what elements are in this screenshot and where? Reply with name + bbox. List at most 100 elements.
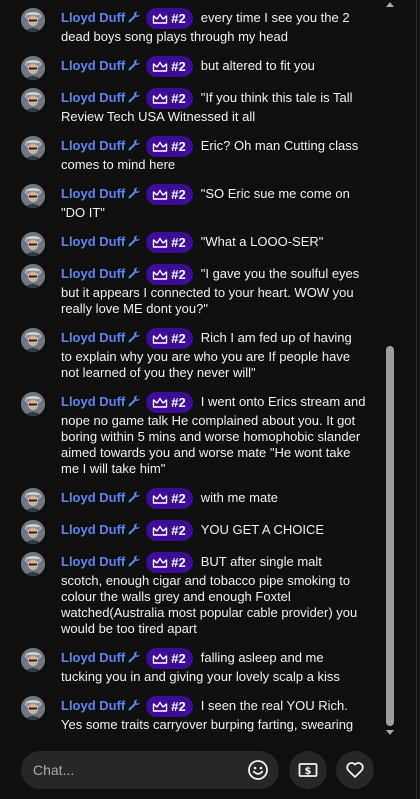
scrollbar-thumb[interactable] [386, 346, 394, 726]
avatar[interactable] [21, 648, 45, 672]
avatar[interactable] [21, 392, 45, 416]
avatar[interactable] [21, 232, 45, 256]
wrench-icon [127, 10, 141, 28]
crown-icon [152, 650, 168, 671]
author-name[interactable]: Lloyd Duff [61, 266, 125, 281]
message-text: with me mate [200, 490, 279, 505]
panel-divider [416, 0, 417, 799]
author-name[interactable]: Lloyd Duff [61, 554, 125, 569]
member-badge: #2 [146, 552, 193, 575]
member-badge: #2 [146, 648, 193, 671]
member-badge: #2 [146, 8, 193, 31]
crown-icon [152, 58, 168, 79]
smiley-icon[interactable] [247, 759, 269, 781]
member-badge: #2 [146, 488, 193, 511]
wrench-icon [127, 698, 141, 716]
crown-icon [152, 10, 168, 31]
avatar[interactable] [21, 56, 45, 80]
author-name[interactable]: Lloyd Duff [61, 58, 125, 73]
crown-icon [152, 522, 168, 543]
author-name[interactable]: Lloyd Duff [61, 522, 125, 537]
chat-feed: Lloyd Duff #2 every time I see you the 2 d… [0, 0, 384, 742]
author-name[interactable]: Lloyd Duff [61, 138, 125, 153]
member-badge: #2 [146, 264, 193, 287]
wrench-icon [127, 490, 141, 508]
member-badge-label: #2 [171, 11, 186, 26]
avatar[interactable] [21, 8, 45, 32]
crown-icon [152, 394, 168, 415]
chat-input-bar: Chat... $ [0, 742, 416, 799]
wrench-icon [127, 266, 141, 284]
wrench-icon [127, 58, 141, 76]
member-badge-label: #2 [171, 699, 186, 714]
member-badge-label: #2 [171, 395, 186, 410]
super-chat-button[interactable]: $ [289, 751, 327, 789]
member-badge: #2 [146, 184, 193, 207]
scroll-up-arrow-icon[interactable] [386, 2, 394, 7]
message-text: YOU GET A CHOICE [200, 522, 325, 537]
crown-icon [152, 490, 168, 511]
avatar[interactable] [21, 328, 45, 352]
member-badge: #2 [146, 328, 193, 351]
member-badge-label: #2 [171, 187, 186, 202]
member-badge-label: #2 [171, 235, 186, 250]
avatar[interactable] [21, 136, 45, 160]
message-text: "What a LOOO-SER" [200, 234, 324, 249]
author-name[interactable]: Lloyd Duff [61, 10, 125, 25]
avatar[interactable] [21, 552, 45, 576]
avatar[interactable] [21, 264, 45, 288]
wrench-icon [127, 554, 141, 572]
crown-icon [152, 330, 168, 351]
member-badge-label: #2 [171, 555, 186, 570]
member-badge-label: #2 [171, 331, 186, 346]
member-badge-label: #2 [171, 139, 186, 154]
crown-icon [152, 698, 168, 719]
wrench-icon [127, 138, 141, 156]
member-badge-label: #2 [171, 523, 186, 538]
message-text: but altered to fit you [200, 58, 315, 73]
author-name[interactable]: Lloyd Duff [61, 394, 125, 409]
wrench-icon [127, 330, 141, 348]
wrench-icon [127, 394, 141, 412]
wrench-icon [127, 186, 141, 204]
crown-icon [152, 266, 168, 287]
wrench-icon [127, 90, 141, 108]
author-name[interactable]: Lloyd Duff [61, 330, 125, 345]
member-badge: #2 [146, 520, 193, 543]
avatar[interactable] [21, 520, 45, 544]
wrench-icon [127, 234, 141, 252]
author-name[interactable]: Lloyd Duff [61, 490, 125, 505]
member-badge: #2 [146, 392, 193, 415]
chat-input-placeholder: Chat... [33, 762, 75, 778]
member-badge-label: #2 [171, 267, 186, 282]
crown-icon [152, 138, 168, 159]
member-badge: #2 [146, 136, 193, 159]
avatar[interactable] [21, 696, 45, 720]
author-name[interactable]: Lloyd Duff [61, 650, 125, 665]
wrench-icon [127, 522, 141, 540]
member-badge-label: #2 [171, 651, 186, 666]
crown-icon [152, 554, 168, 575]
avatar[interactable] [21, 88, 45, 112]
member-badge: #2 [146, 696, 193, 719]
avatar[interactable] [21, 184, 45, 208]
chat-input[interactable]: Chat... [21, 751, 279, 789]
author-name[interactable]: Lloyd Duff [61, 90, 125, 105]
author-name[interactable]: Lloyd Duff [61, 234, 125, 249]
member-badge: #2 [146, 56, 193, 79]
member-badge-label: #2 [171, 91, 186, 106]
avatar[interactable] [21, 488, 45, 512]
member-badge: #2 [146, 88, 193, 111]
member-badge-label: #2 [171, 59, 186, 74]
member-badge: #2 [146, 232, 193, 255]
member-badge-label: #2 [171, 491, 186, 506]
wrench-icon [127, 650, 141, 668]
svg-text:$: $ [305, 766, 312, 777]
crown-icon [152, 90, 168, 111]
author-name[interactable]: Lloyd Duff [61, 186, 125, 201]
like-heart-button[interactable] [336, 751, 374, 789]
scroll-down-arrow-icon[interactable] [386, 730, 394, 735]
crown-icon [152, 234, 168, 255]
author-name[interactable]: Lloyd Duff [61, 698, 125, 713]
crown-icon [152, 186, 168, 207]
